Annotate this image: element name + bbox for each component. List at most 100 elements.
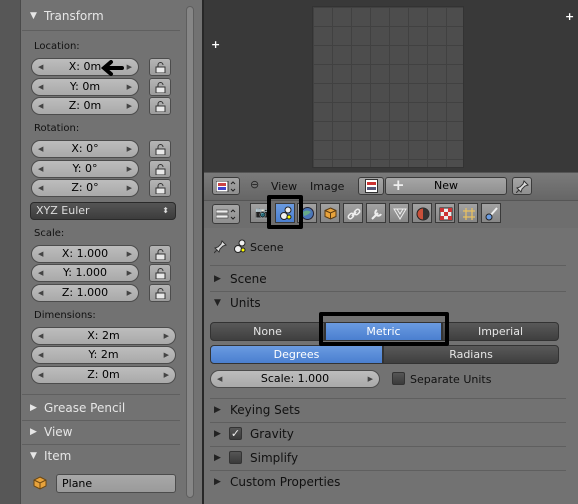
left-scrollbar[interactable] bbox=[186, 6, 194, 498]
rotation-mode-dropdown[interactable]: XYZ Euler ⬍ bbox=[30, 202, 176, 220]
tab-modifiers[interactable] bbox=[366, 203, 386, 223]
tab-physics[interactable] bbox=[481, 203, 501, 223]
decrement-arrow-icon[interactable]: ◀ bbox=[38, 59, 43, 75]
decrement-arrow-icon[interactable]: ◀ bbox=[38, 347, 43, 363]
decrement-arrow-icon[interactable]: ◀ bbox=[38, 328, 43, 344]
decrement-arrow-icon[interactable]: ◀ bbox=[38, 98, 43, 114]
lock-rotation-z-button[interactable] bbox=[149, 179, 171, 197]
increment-arrow-icon[interactable]: ▶ bbox=[127, 161, 132, 177]
keying-sets-section-header[interactable]: ▶ Keying Sets bbox=[210, 399, 566, 421]
header-collapse-icon[interactable]: ⊖ bbox=[250, 178, 259, 191]
lock-scale-y-button[interactable] bbox=[149, 264, 171, 282]
tab-texture[interactable] bbox=[435, 203, 455, 223]
tab-particles[interactable] bbox=[458, 203, 478, 223]
lock-location-x-button[interactable] bbox=[149, 58, 171, 76]
rotation-unit-radians-button[interactable]: Radians bbox=[383, 345, 559, 364]
dimensions-y-field[interactable]: ◀ Y: 2m ▶ bbox=[31, 346, 176, 364]
increment-arrow-icon[interactable]: ▶ bbox=[127, 59, 132, 75]
units-section-header[interactable]: ▼ Units bbox=[210, 292, 566, 314]
gravity-checkbox[interactable]: ✓ bbox=[229, 427, 242, 440]
location-z-field[interactable]: ◀ Z: 0m ▶ bbox=[31, 97, 139, 115]
increment-arrow-icon[interactable]: ▶ bbox=[127, 246, 132, 262]
gravity-section-header[interactable]: ▶ Gravity bbox=[210, 423, 566, 445]
grease-pencil-panel-header[interactable]: ▶ Grease Pencil bbox=[24, 398, 178, 418]
decrement-arrow-icon[interactable]: ◀ bbox=[38, 79, 43, 95]
dimensions-z-field[interactable]: ◀ Z: 0m ▶ bbox=[31, 366, 176, 384]
lock-scale-x-button[interactable] bbox=[149, 245, 171, 263]
dimensions-x-field[interactable]: ◀ X: 2m ▶ bbox=[31, 327, 176, 345]
item-name-field[interactable]: Plane bbox=[56, 474, 176, 493]
rotation-y-field[interactable]: ◀ Y: 0° ▶ bbox=[31, 160, 139, 178]
object-cube-icon bbox=[324, 207, 337, 220]
decrement-arrow-icon[interactable]: ◀ bbox=[38, 285, 43, 301]
decrement-arrow-icon[interactable]: ◀ bbox=[38, 367, 43, 383]
tab-constraints[interactable] bbox=[343, 203, 363, 223]
view-panel-header[interactable]: ▶ View bbox=[24, 422, 178, 442]
scene-section-header[interactable]: ▶ Scene bbox=[210, 268, 566, 290]
lock-rotation-x-button[interactable] bbox=[149, 140, 171, 158]
tab-world[interactable] bbox=[297, 203, 317, 223]
view-menu[interactable]: View bbox=[271, 180, 297, 193]
rotation-unit-degrees-button[interactable]: Degrees bbox=[210, 345, 383, 364]
collapse-triangle-icon: ▼ bbox=[30, 451, 37, 461]
separate-units-checkbox[interactable] bbox=[392, 372, 405, 385]
unit-system-imperial-button[interactable]: Imperial bbox=[442, 322, 559, 341]
image-editor-header: ⊖ View Image + New bbox=[204, 172, 578, 200]
decrement-arrow-icon[interactable]: ◀ bbox=[38, 161, 43, 177]
checkmark-icon: ✓ bbox=[230, 427, 241, 440]
lock-rotation-y-button[interactable] bbox=[149, 160, 171, 178]
decrement-arrow-icon[interactable]: ◀ bbox=[38, 180, 43, 196]
editor-type-button[interactable] bbox=[212, 204, 240, 224]
decrement-arrow-icon[interactable]: ◀ bbox=[38, 246, 43, 262]
decrement-arrow-icon[interactable]: ◀ bbox=[38, 265, 43, 281]
collapse-triangle-icon: ▼ bbox=[30, 11, 37, 21]
increment-arrow-icon[interactable]: ▶ bbox=[164, 328, 169, 344]
lock-location-y-button[interactable] bbox=[149, 78, 171, 96]
tab-scene[interactable] bbox=[275, 203, 295, 223]
location-y-field[interactable]: ◀ Y: 0m ▶ bbox=[31, 78, 139, 96]
rotation-x-field[interactable]: ◀ X: 0° ▶ bbox=[31, 140, 139, 158]
item-panel-header[interactable]: ▼ Item bbox=[24, 446, 178, 466]
increment-arrow-icon[interactable]: ▶ bbox=[368, 371, 373, 387]
increment-arrow-icon[interactable]: ▶ bbox=[127, 180, 132, 196]
new-image-button[interactable]: + New bbox=[385, 177, 507, 195]
browse-image-button[interactable] bbox=[358, 177, 384, 195]
decrement-arrow-icon[interactable]: ◀ bbox=[38, 141, 43, 157]
image-menu[interactable]: Image bbox=[310, 180, 344, 193]
simplify-section-header[interactable]: ▶ Simplify bbox=[210, 447, 566, 469]
pin-image-button[interactable] bbox=[512, 177, 532, 195]
increment-arrow-icon[interactable]: ▶ bbox=[127, 79, 132, 95]
increment-arrow-icon[interactable]: ▶ bbox=[127, 265, 132, 281]
area-corner-plus-icon[interactable]: + bbox=[565, 10, 574, 23]
increment-arrow-icon[interactable]: ▶ bbox=[127, 141, 132, 157]
tab-render[interactable]: 📷 bbox=[250, 203, 270, 223]
scale-x-field[interactable]: ◀ X: 1.000 ▶ bbox=[31, 245, 139, 263]
unit-system-metric-button[interactable]: Metric bbox=[325, 322, 442, 341]
tab-data[interactable] bbox=[389, 203, 409, 223]
area-corner-plus-icon[interactable]: + bbox=[211, 38, 220, 51]
lock-scale-z-button[interactable] bbox=[149, 284, 171, 302]
rotation-z-field[interactable]: ◀ Z: 0° ▶ bbox=[31, 179, 139, 197]
unit-scale-field[interactable]: ◀ Scale: 1.000 ▶ bbox=[210, 370, 380, 388]
editor-type-button[interactable] bbox=[212, 177, 240, 195]
tab-material[interactable] bbox=[412, 203, 432, 223]
scale-y-field[interactable]: ◀ Y: 1.000 ▶ bbox=[31, 264, 139, 282]
increment-arrow-icon[interactable]: ▶ bbox=[164, 367, 169, 383]
annotation-arrow-icon bbox=[100, 60, 124, 76]
increment-arrow-icon[interactable]: ▶ bbox=[127, 98, 132, 114]
unit-system-none-button[interactable]: None bbox=[210, 322, 325, 341]
transform-panel-header[interactable]: ▼ Transform bbox=[24, 6, 178, 26]
pin-icon[interactable] bbox=[214, 240, 228, 254]
tab-object[interactable] bbox=[320, 203, 340, 223]
increment-arrow-icon[interactable]: ▶ bbox=[127, 285, 132, 301]
image-editor-viewport[interactable]: + + bbox=[204, 0, 578, 172]
increment-arrow-icon[interactable]: ▶ bbox=[164, 347, 169, 363]
expand-triangle-icon: ▶ bbox=[214, 405, 221, 415]
lock-location-z-button[interactable] bbox=[149, 97, 171, 115]
custom-properties-section-header[interactable]: ▶ Custom Properties bbox=[210, 471, 566, 493]
expand-triangle-icon: ▶ bbox=[30, 427, 37, 437]
decrement-arrow-icon[interactable]: ◀ bbox=[217, 371, 222, 387]
lock-icon bbox=[155, 183, 166, 194]
scale-z-field[interactable]: ◀ Z: 1.000 ▶ bbox=[31, 284, 139, 302]
simplify-checkbox[interactable] bbox=[229, 451, 242, 464]
